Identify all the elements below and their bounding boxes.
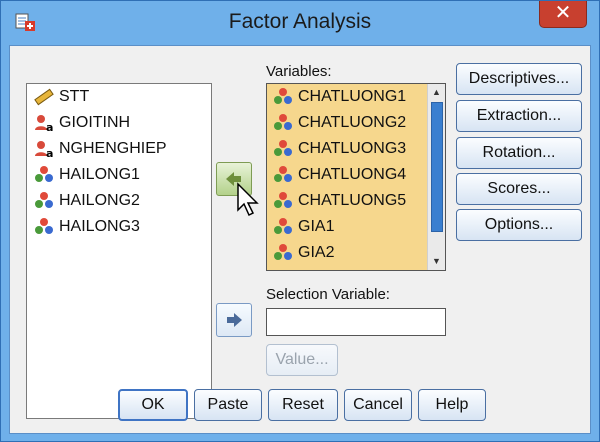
variable-label: CHATLUONG2	[298, 114, 407, 131]
variable-label: STT	[59, 88, 90, 105]
variable-label: GIA2	[298, 244, 335, 261]
cancel-button[interactable]: Cancel	[344, 389, 412, 421]
help-button[interactable]: Help	[418, 389, 486, 421]
ordinal-variable-icon	[274, 114, 292, 130]
ordinal-variable-icon	[35, 218, 53, 234]
arrow-right-icon	[227, 313, 242, 327]
selection-variable-label: Selection Variable:	[266, 286, 390, 303]
list-item[interactable]: CHATLUONG3	[267, 136, 428, 162]
ordinal-variable-icon	[274, 244, 292, 260]
variable-label: CHATLUONG4	[298, 166, 407, 183]
rotation-button[interactable]: Rotation...	[456, 137, 582, 169]
source-variable-list[interactable]: STT a GIOITINH a NGHENGHIEP HAILONG1 HAI…	[26, 83, 212, 419]
options-button[interactable]: Options...	[456, 209, 582, 241]
ordinal-variable-icon	[274, 192, 292, 208]
list-item[interactable]: GIA1	[267, 214, 428, 240]
variable-label: GIA1	[298, 218, 335, 235]
variable-label: CHATLUONG3	[298, 140, 407, 157]
scores-button[interactable]: Scores...	[456, 173, 582, 205]
scale-ruler-icon	[34, 88, 54, 106]
reset-button[interactable]: Reset	[268, 389, 338, 421]
variable-label: NGHENGHIEP	[59, 140, 167, 157]
extraction-button[interactable]: Extraction...	[456, 100, 582, 132]
list-item[interactable]: CHATLUONG1	[267, 84, 428, 110]
scrollbar-thumb[interactable]	[431, 102, 443, 232]
list-item[interactable]: GIA2	[267, 240, 428, 266]
selection-variable-input[interactable]	[266, 308, 446, 336]
dialog-client-area: STT a GIOITINH a NGHENGHIEP HAILONG1 HAI…	[9, 45, 591, 434]
vertical-scrollbar[interactable]: ▲ ▼	[427, 84, 445, 270]
ordinal-variable-icon	[274, 218, 292, 234]
ordinal-variable-icon	[35, 192, 53, 208]
scroll-up-icon[interactable]: ▲	[428, 84, 445, 101]
mouse-cursor-icon	[237, 182, 259, 217]
list-item[interactable]: STT	[27, 84, 211, 110]
list-item[interactable]: a NGHENGHIEP	[27, 136, 211, 162]
svg-text:a: a	[46, 121, 53, 133]
close-button[interactable]: ✕	[539, 1, 587, 28]
variables-label: Variables:	[266, 63, 332, 80]
variables-items: CHATLUONG1 CHATLUONG2 CHATLUONG3 CHATLUO…	[267, 84, 428, 270]
window-title: Factor Analysis	[228, 10, 372, 33]
variable-label: HAILONG3	[59, 218, 140, 235]
ok-button[interactable]: OK	[118, 389, 188, 421]
variable-label: CHATLUONG1	[298, 88, 407, 105]
list-item[interactable]: HAILONG3	[27, 214, 211, 240]
variable-label: HAILONG1	[59, 166, 140, 183]
nominal-variable-icon: a	[35, 115, 53, 133]
value-button[interactable]: Value...	[266, 344, 338, 376]
factor-analysis-dialog: Factor Analysis ✕ STT a GIOITINH a NGHEN…	[0, 0, 600, 442]
ordinal-variable-icon	[274, 166, 292, 182]
ordinal-variable-icon	[274, 88, 292, 104]
list-item[interactable]: CHATLUONG5	[267, 188, 428, 214]
list-item[interactable]: HAILONG1	[27, 162, 211, 188]
list-item[interactable]: CHATLUONG2	[267, 110, 428, 136]
paste-button[interactable]: Paste	[194, 389, 262, 421]
scroll-down-icon[interactable]: ▼	[428, 253, 445, 270]
variables-list[interactable]: CHATLUONG1 CHATLUONG2 CHATLUONG3 CHATLUO…	[266, 83, 446, 271]
variable-label: CHATLUONG5	[298, 192, 407, 209]
title-bar: Factor Analysis ✕	[1, 1, 599, 45]
move-to-selection-button[interactable]	[216, 303, 252, 337]
descriptives-button[interactable]: Descriptives...	[456, 63, 582, 95]
ordinal-variable-icon	[274, 140, 292, 156]
nominal-variable-icon: a	[35, 141, 53, 159]
ordinal-variable-icon	[35, 166, 53, 182]
variable-label: HAILONG2	[59, 192, 140, 209]
variable-label: GIOITINH	[59, 114, 131, 131]
svg-text:a: a	[46, 147, 53, 159]
list-item[interactable]: HAILONG2	[27, 188, 211, 214]
list-item[interactable]: CHATLUONG4	[267, 162, 428, 188]
list-item[interactable]: a GIOITINH	[27, 110, 211, 136]
